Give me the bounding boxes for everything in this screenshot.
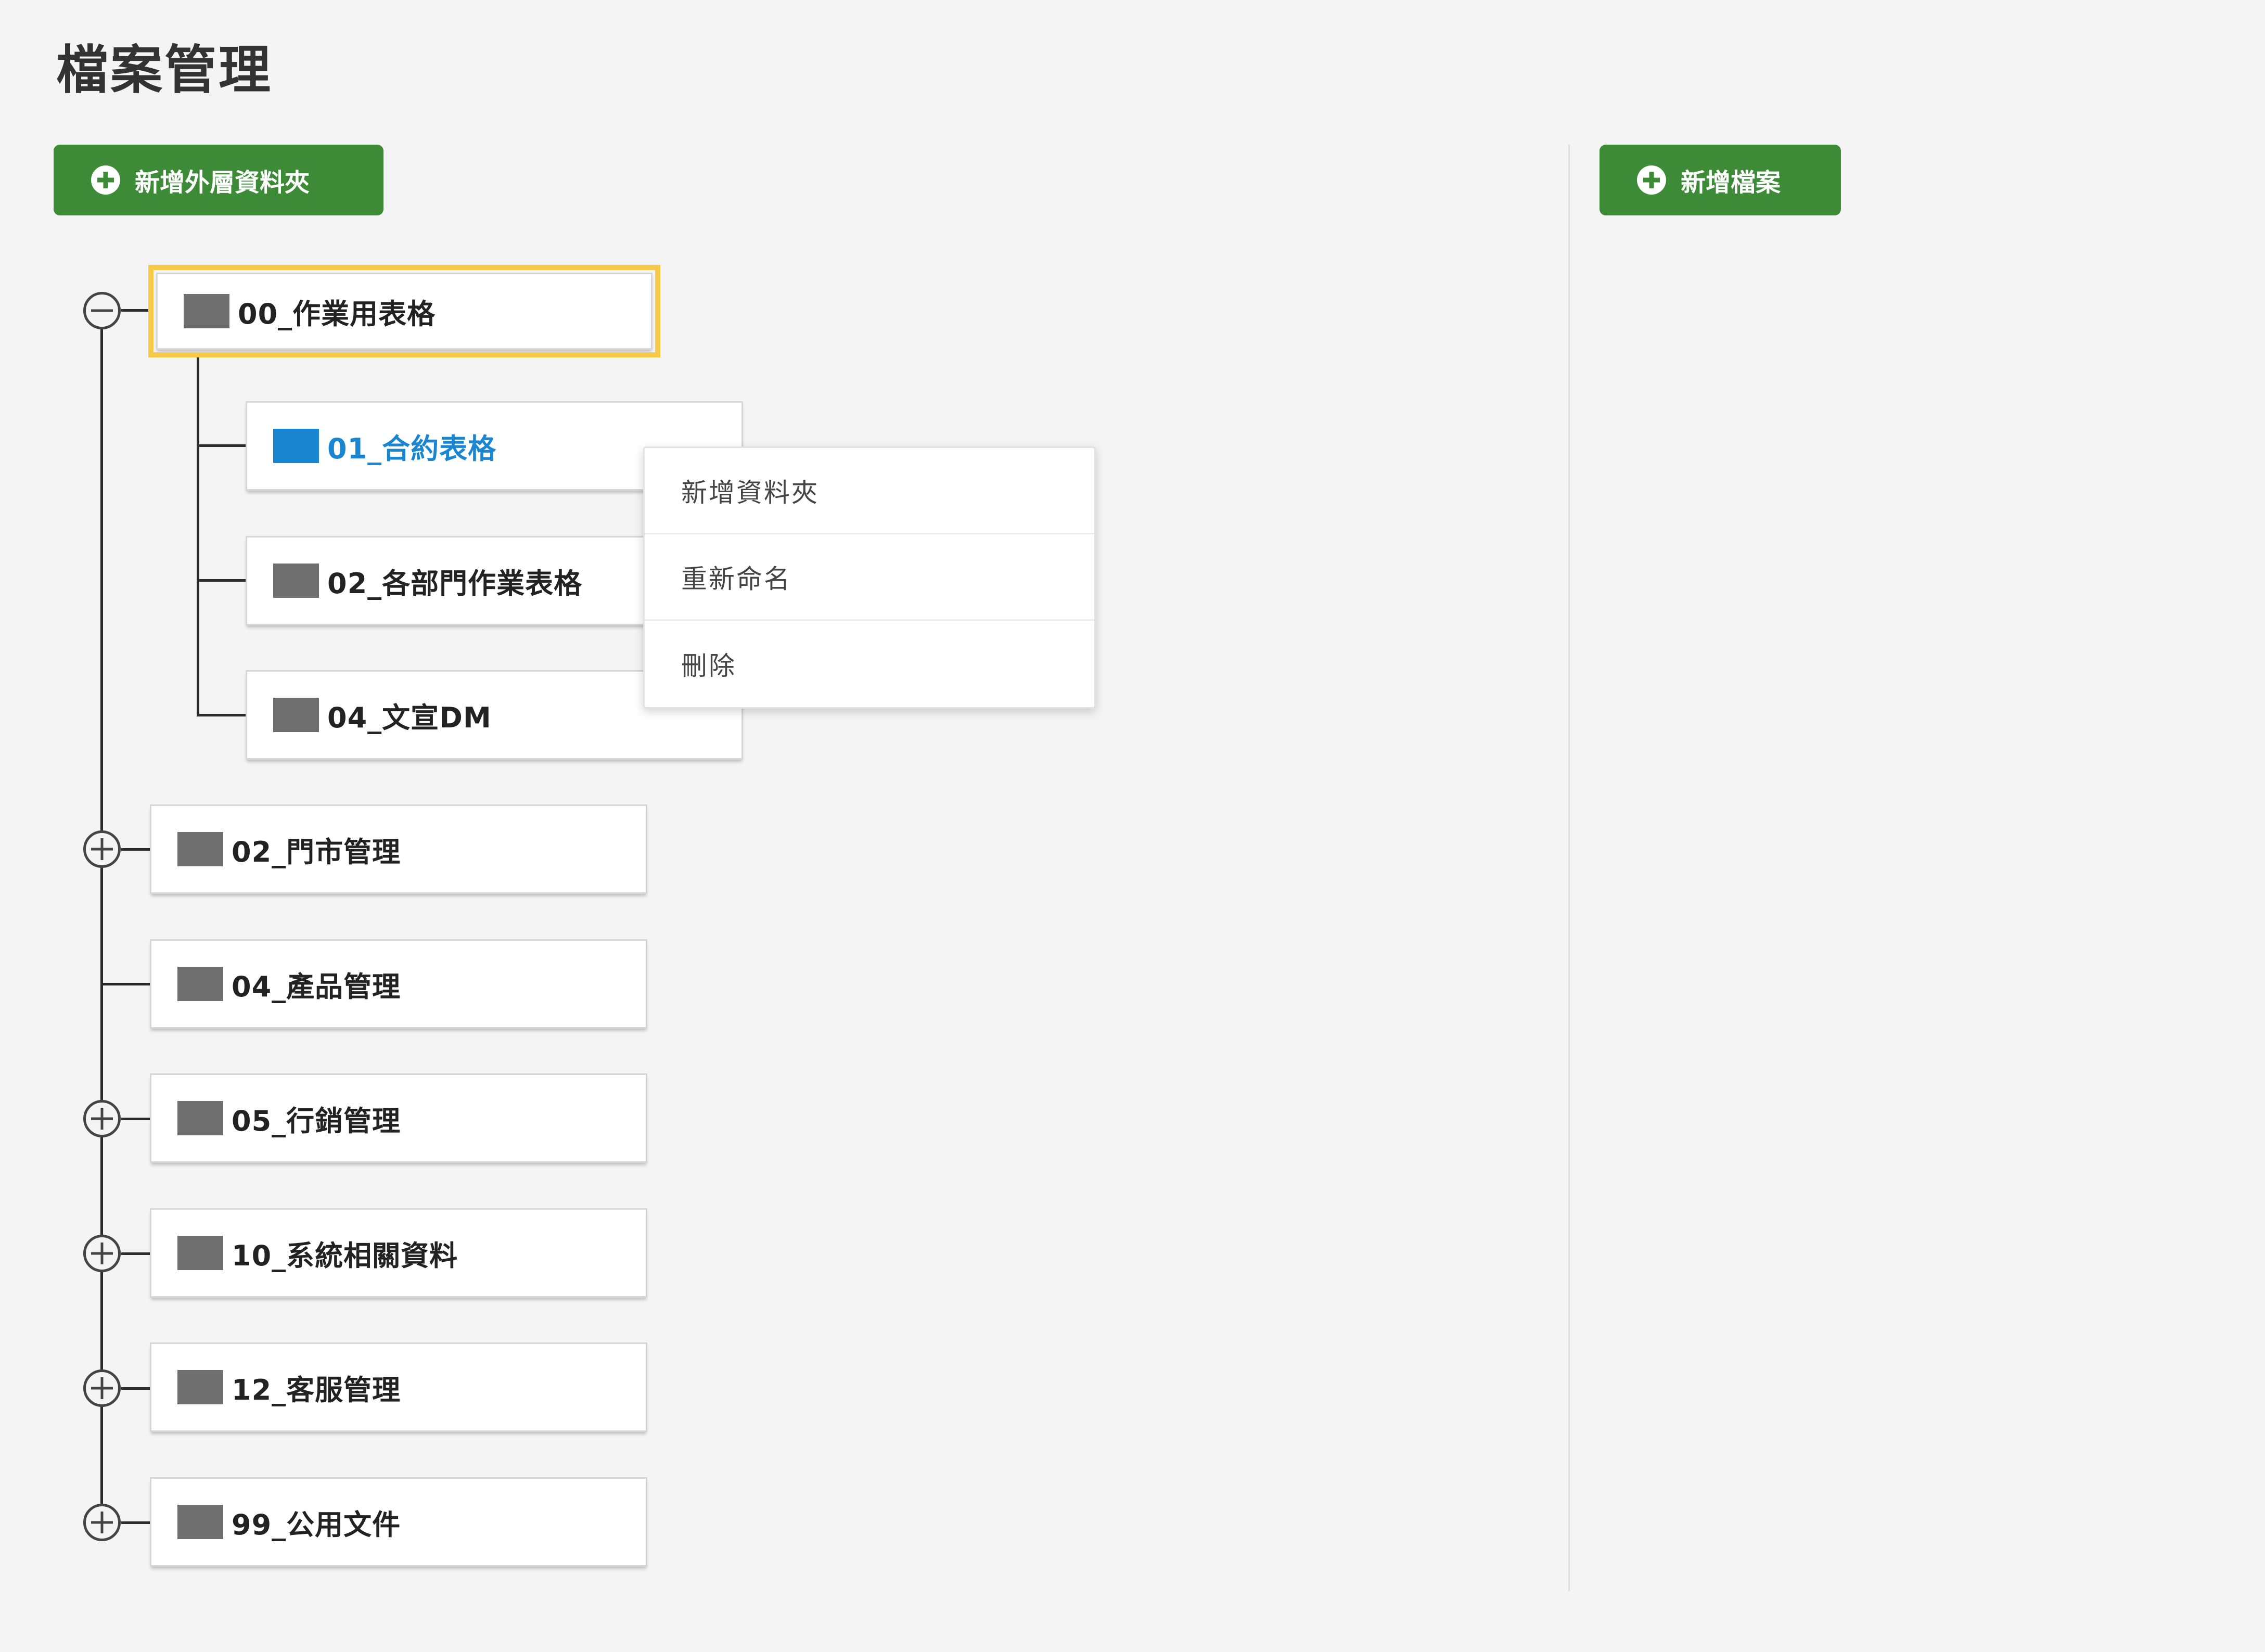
folder-node[interactable]: 10_系統相關資料 [150,1208,647,1298]
expand-toggle-icon[interactable] [83,1100,121,1137]
folder-label: 01_合約表格 [327,432,497,465]
file-manager-page: 檔案管理 新增外層資料夾 新增檔案 00_作業用表格 01_合約表格 02_各部… [0,0,2265,1652]
add-file-label: 新增檔案 [1681,168,1781,197]
folder-label: 04_文宣DM [327,701,492,734]
tree-branch-line [121,1118,151,1120]
folder-icon [177,1505,223,1539]
context-menu-delete[interactable]: 刪除 [645,621,1094,707]
folder-node[interactable]: 02_門市管理 [150,804,647,894]
folder-label: 02_門市管理 [232,835,401,868]
folder-icon [177,1236,223,1270]
expand-toggle-icon[interactable] [83,1235,121,1272]
context-menu-rename[interactable]: 重新命名 [645,534,1094,621]
tree-trunk-line [100,329,103,1523]
tree-branch-line [121,1252,151,1255]
folder-node-root[interactable]: 00_作業用表格 [148,265,660,357]
tree-branch-line [197,579,248,582]
tree-branch-line [121,1387,151,1390]
plus-circle-icon [91,165,120,195]
folder-icon [177,832,223,866]
tree-branch-line [121,848,151,851]
add-outer-folder-button[interactable]: 新增外層資料夾 [54,145,383,215]
expand-toggle-icon[interactable] [83,1369,121,1407]
folder-label: 05_行銷管理 [232,1104,401,1137]
tree-branch-line [102,983,151,985]
tree-branch-line [121,309,153,312]
folder-label: 02_各部門作業表格 [327,567,583,600]
folder-icon [273,698,319,732]
collapse-toggle-icon[interactable] [83,292,121,329]
folder-icon [273,564,319,598]
folder-label: 00_作業用表格 [238,297,436,330]
plus-circle-icon [1637,165,1666,195]
expand-toggle-icon[interactable] [83,1504,121,1541]
tree-branch-line [197,714,248,716]
add-outer-folder-label: 新增外層資料夾 [135,168,310,197]
panel-divider [1568,145,1570,1591]
context-menu-add-folder[interactable]: 新增資料夾 [645,448,1094,534]
add-file-button[interactable]: 新增檔案 [1599,145,1841,215]
folder-label: 99_公用文件 [232,1508,401,1541]
folder-icon [177,1370,223,1404]
folder-icon [184,294,229,328]
folder-node[interactable]: 04_產品管理 [150,939,647,1029]
expand-toggle-icon[interactable] [83,830,121,868]
folder-node[interactable]: 05_行銷管理 [150,1073,647,1163]
tree-branch-line [197,444,248,447]
folder-label: 04_產品管理 [232,970,401,1003]
folder-icon [177,1101,223,1135]
folder-icon [273,429,319,463]
subtree-trunk-line [197,355,199,716]
tree-branch-line [121,1521,151,1524]
context-menu: 新增資料夾 重新命名 刪除 [643,446,1096,709]
folder-node[interactable]: 12_客服管理 [150,1342,647,1432]
page-title: 檔案管理 [56,40,273,100]
folder-icon [177,967,223,1001]
folder-label: 12_客服管理 [232,1373,401,1406]
folder-node[interactable]: 99_公用文件 [150,1477,647,1567]
folder-label: 10_系統相關資料 [232,1239,458,1272]
